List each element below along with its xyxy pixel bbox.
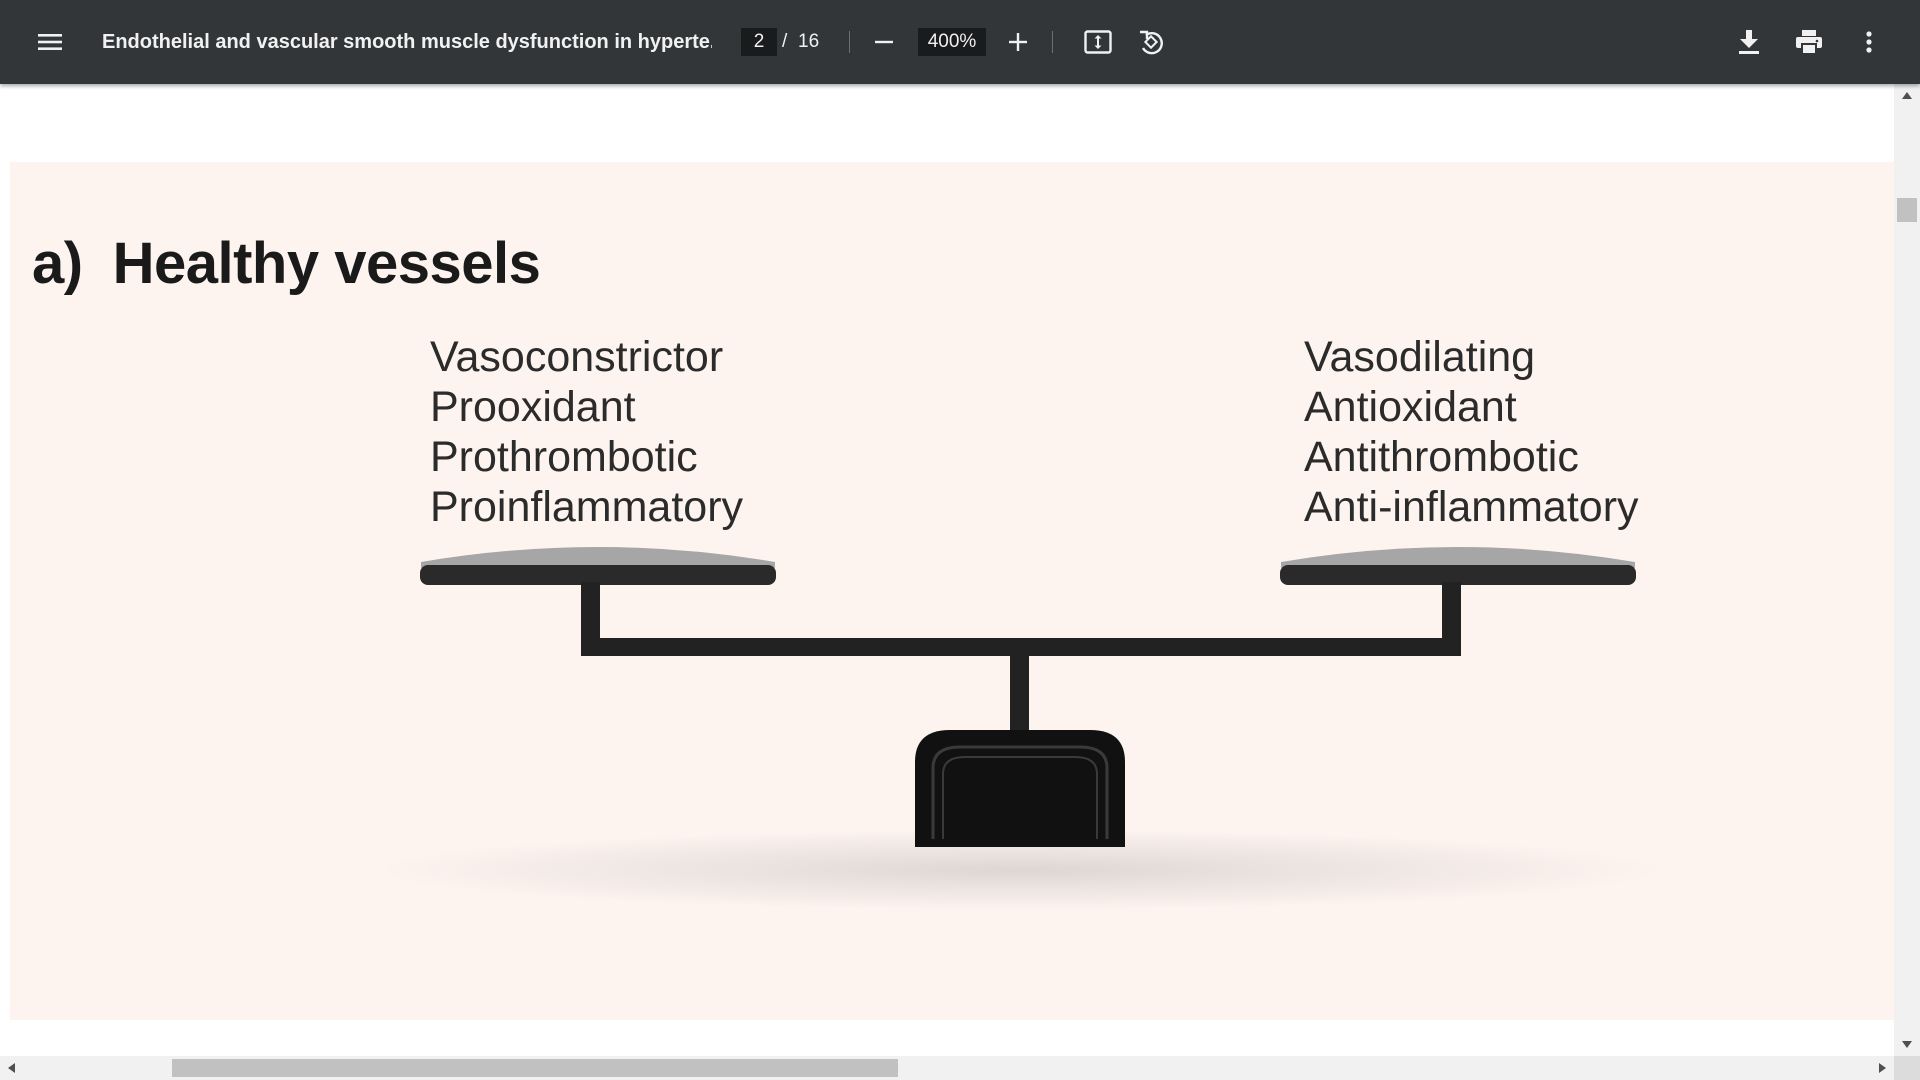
right-term: Antioxidant [1304, 383, 1517, 431]
more-actions-button[interactable] [1845, 18, 1893, 66]
scale-base [915, 730, 1125, 847]
menu-button[interactable] [26, 18, 74, 66]
figure-label: a) [32, 231, 83, 296]
print-icon [1796, 30, 1822, 55]
zoom-level-input[interactable] [918, 28, 986, 56]
left-pan [420, 547, 776, 585]
figure-heading: a) Healthy vessels [32, 230, 541, 297]
scroll-down-arrow-icon[interactable] [1902, 1041, 1912, 1048]
zoom-out-button[interactable] [860, 18, 908, 66]
more-vert-icon [1866, 31, 1872, 53]
print-button[interactable] [1785, 18, 1833, 66]
document-viewport[interactable]: a) Healthy vessels Vasoconstrictor Prooxi… [0, 84, 1894, 1056]
horizontal-scrollbar[interactable] [0, 1056, 1894, 1080]
page-number-input[interactable] [741, 28, 777, 56]
figure-title: Healthy vessels [112, 231, 541, 296]
vertical-scrollbar[interactable] [1894, 84, 1920, 1056]
fit-to-page-icon [1084, 30, 1112, 54]
scroll-right-arrow-icon[interactable] [1879, 1063, 1886, 1073]
pdf-toolbar: Endothelial and vascular smooth muscle d… [0, 0, 1920, 84]
right-term-list: Vasodilating Antioxidant Antithrombotic … [1304, 332, 1639, 532]
vertical-scroll-thumb[interactable] [1897, 198, 1917, 222]
scrollbar-corner [1894, 1056, 1920, 1080]
left-term-list: Vasoconstrictor Prooxidant Prothrombotic… [430, 332, 743, 532]
toolbar-divider [849, 31, 850, 53]
right-pan [1280, 547, 1636, 585]
fit-to-page-button[interactable] [1074, 18, 1122, 66]
rotate-counterclockwise-icon [1140, 30, 1163, 55]
horizontal-scroll-thumb[interactable] [172, 1059, 898, 1077]
scroll-up-arrow-icon[interactable] [1902, 92, 1912, 99]
pdf-viewer-app: Endothelial and vascular smooth muscle d… [0, 0, 1920, 1080]
zoom-in-button[interactable] [994, 18, 1042, 66]
menu-icon [38, 34, 62, 50]
scroll-left-arrow-icon[interactable] [8, 1063, 15, 1073]
page-total: 16 [798, 31, 820, 52]
toolbar-divider [1052, 31, 1053, 53]
right-term: Anti-inflammatory [1304, 483, 1639, 531]
left-term: Vasoconstrictor [430, 333, 724, 381]
minus-icon [875, 40, 893, 44]
download-button[interactable] [1725, 18, 1773, 66]
right-term: Vasodilating [1304, 333, 1536, 381]
left-term: Proinflammatory [430, 483, 744, 531]
page-separator: / [782, 31, 788, 52]
pdf-page: a) Healthy vessels Vasoconstrictor Prooxi… [10, 162, 1894, 1020]
left-term: Prooxidant [430, 383, 636, 431]
download-icon [1739, 30, 1759, 54]
document-title: Endothelial and vascular smooth muscle d… [102, 31, 712, 53]
rotate-button[interactable] [1127, 18, 1175, 66]
right-term: Antithrombotic [1304, 433, 1579, 481]
left-term: Prothrombotic [430, 433, 698, 481]
plus-icon [1009, 33, 1027, 51]
